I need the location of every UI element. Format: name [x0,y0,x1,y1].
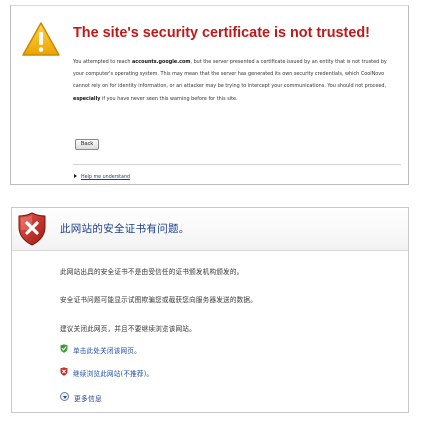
green-shield-check-icon [60,344,68,353]
description-text: You attempted to reach [73,59,132,65]
shield-error-icon [18,212,46,246]
triangle-right-icon [74,174,77,178]
divider [73,164,401,165]
certificate-warning-panel: The site's security certificate is not t… [10,5,409,185]
red-shield-x-icon [60,367,68,376]
ie-certificate-error-panel: 此网站的安全证书有问题。 此网站出具的安全证书不是由受信任的证书颁发机构颁发的。… [11,207,409,413]
expand-chevron-down-icon [60,392,69,401]
untrusted-issuer-text: 此网站出具的安全证书不是由受信任的证书颁发机构颁发的。 [60,268,244,276]
more-information-label[interactable]: 更多信息 [74,393,102,403]
help-link-label[interactable]: Help me understand [81,175,130,180]
risk-description-text: 安全证书问题可能显示试图欺骗您或截获您向服务器发送的数据。 [60,296,258,304]
page-title: The site's security certificate is not t… [73,25,370,41]
warning-triangle-icon [22,22,60,56]
emphasis-text: especially [73,95,101,102]
page-title: 此网站的安全证书有问题。 [60,223,190,235]
error-header: 此网站的安全证书有问题。 [12,208,408,251]
description-text: if you have never seen this warning befo… [100,95,238,102]
continue-to-website-link[interactable]: 继续浏览此网站(不推荐)。 [73,368,153,378]
close-webpage-link[interactable]: 单击此处关闭该网页。 [73,345,141,355]
warning-description: You attempted to reach accounts.google.c… [73,56,397,105]
back-button[interactable]: Back [75,139,99,150]
help-me-understand-link[interactable]: Help me understand [74,174,130,181]
recommendation-text: 建议关闭此网页，并且不要继续浏览该网站。 [60,325,196,333]
site-host: accounts.google.com [132,59,191,65]
